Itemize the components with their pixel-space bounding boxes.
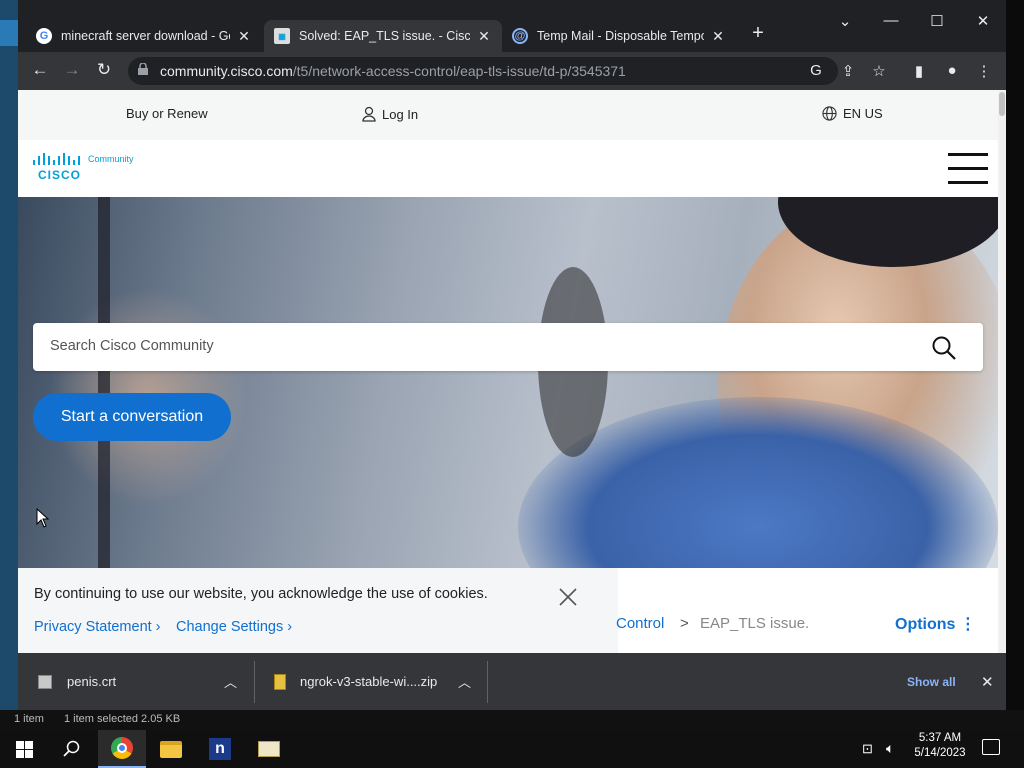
certificate-app-icon[interactable] <box>245 730 293 768</box>
windows-taskbar: n ⊡ 🔈︎ 5:37 AM 5/14/2023 <box>0 730 1024 768</box>
language-label: EN US <box>843 106 883 121</box>
hero-banner: Search Cisco Community Start a conversat… <box>18 197 998 568</box>
back-arrow-icon[interactable]: ← <box>29 60 51 80</box>
explorer-selected-info: 1 item selected 2.05 KB <box>64 713 181 725</box>
buy-or-renew-link[interactable]: Buy or Renew <box>126 106 208 121</box>
page-scrollbar[interactable] <box>998 90 1006 653</box>
cisco-favicon: ▦ <box>274 28 290 44</box>
cookie-message: By continuing to use our website, you ac… <box>34 586 488 602</box>
close-tab-icon[interactable]: ✕ <box>476 28 492 45</box>
search-icon[interactable] <box>931 335 957 361</box>
hero-photo-shape <box>98 197 110 568</box>
profile-icon[interactable]: ● <box>942 62 962 79</box>
clock-time: 5:37 AM <box>918 732 962 744</box>
address-bar[interactable]: community.cisco.com/t5/network-access-co… <box>128 57 838 85</box>
web-page-viewport: Buy or Renew Log In EN US CISCO Communit… <box>18 90 1006 653</box>
download-filename: ngrok-v3-stable-wi....zip <box>300 674 438 689</box>
language-selector[interactable]: EN US <box>822 106 883 121</box>
privacy-statement-link[interactable]: Privacy Statement › <box>34 619 161 635</box>
maximize-window-icon[interactable]: ☐ <box>927 12 947 30</box>
download-separator <box>487 661 488 703</box>
kebab-menu-icon: ⋮ <box>959 616 976 633</box>
url-text: community.cisco.com/t5/network-access-co… <box>160 63 626 79</box>
system-clock[interactable]: 5:37 AM 5/14/2023 <box>912 732 968 759</box>
chevron-up-icon[interactable]: ︿ <box>224 672 237 691</box>
file-explorer-icon[interactable] <box>147 730 195 768</box>
close-window-icon[interactable]: ✕ <box>973 12 993 30</box>
browser-tab-strip: G minecraft server download - Goo ✕ ▦ So… <box>18 0 1006 52</box>
explorer-item-count: 1 item <box>14 713 44 725</box>
download-filename: penis.crt <box>67 674 117 689</box>
site-header: CISCO Community <box>18 140 998 197</box>
volume-icon[interactable]: 🔈︎ <box>886 740 894 757</box>
clock-date: 5/14/2023 <box>914 747 966 759</box>
bookmark-star-icon[interactable]: ☆ <box>869 62 889 80</box>
windows-start-icon[interactable] <box>0 730 48 768</box>
close-tab-icon[interactable]: ✕ <box>710 28 726 45</box>
cisco-community-logo[interactable]: CISCO Community <box>32 152 134 182</box>
tab-title: minecraft server download - Goo <box>61 29 230 43</box>
hamburger-menu-icon[interactable] <box>948 153 988 185</box>
start-conversation-button[interactable]: Start a conversation <box>33 393 231 441</box>
tab-minecraft-search[interactable]: G minecraft server download - Goo ✕ <box>26 20 262 52</box>
breadcrumb-item-control[interactable]: Control <box>616 615 664 632</box>
share-icon[interactable]: ⇪ <box>838 62 858 80</box>
show-all-downloads-link[interactable]: Show all <box>907 653 956 710</box>
globe-icon <box>822 106 837 121</box>
download-shelf: penis.crt ︿ ngrok-v3-stable-wi....zip ︿ … <box>18 653 1006 710</box>
download-item[interactable]: ngrok-v3-stable-wi....zip ︿ <box>254 653 488 710</box>
close-tab-icon[interactable]: ✕ <box>236 28 252 45</box>
minimize-window-icon[interactable]: — <box>881 12 901 29</box>
chrome-menu-icon[interactable]: ⋮ <box>974 62 994 80</box>
cisco-wordmark: CISCO <box>38 168 82 182</box>
breadcrumb-separator: > <box>680 615 689 632</box>
desktop-background-edge <box>0 0 18 730</box>
reload-icon[interactable]: ↻ <box>93 60 115 80</box>
options-menu-button[interactable]: Options ⋮ <box>895 614 976 634</box>
community-search-field[interactable]: Search Cisco Community <box>33 323 983 371</box>
notifications-icon[interactable] <box>982 739 1000 755</box>
explorer-status-bar: 1 item 1 item selected 2.05 KB <box>0 710 1024 730</box>
tab-cisco-eap-tls[interactable]: ▦ Solved: EAP_TLS issue. - Cisco Co ✕ <box>264 20 502 52</box>
breadcrumb-current: EAP_TLS issue. <box>700 615 810 632</box>
network-icon[interactable]: ⊡ <box>862 741 873 757</box>
login-label: Log In <box>382 106 419 122</box>
utility-bar: Buy or Renew Log In EN US <box>18 90 998 140</box>
breadcrumb: Control > EAP_TLS issue. Options ⋮ <box>616 568 998 653</box>
url-path: /t5/network-access-control/eap-tls-issue… <box>292 63 626 79</box>
search-icon[interactable] <box>48 730 96 768</box>
certificate-file-icon <box>38 674 52 689</box>
google-lens-icon[interactable]: G <box>806 62 826 79</box>
lock-icon <box>138 63 148 75</box>
chrome-taskbar-icon[interactable] <box>98 730 146 768</box>
login-link[interactable]: Log In <box>362 106 418 122</box>
tempmail-icon: @ <box>512 28 528 44</box>
mouse-cursor-icon <box>36 508 50 528</box>
tab-title: Temp Mail - Disposable Tempora <box>537 29 704 43</box>
tab-title: Solved: EAP_TLS issue. - Cisco Co <box>299 29 470 43</box>
tab-search-chevron-icon[interactable]: ⌄ <box>835 12 855 30</box>
community-wordmark: Community <box>88 154 134 164</box>
new-tab-button[interactable]: + <box>748 22 768 45</box>
browser-toolbar: ← → ↻ community.cisco.com/t5/network-acc… <box>18 52 1006 90</box>
google-icon: G <box>36 28 52 44</box>
tab-temp-mail[interactable]: @ Temp Mail - Disposable Tempora ✕ <box>502 20 736 52</box>
user-icon <box>362 106 376 122</box>
zip-file-icon <box>274 673 286 690</box>
url-host: community.cisco.com <box>160 63 293 79</box>
chevron-up-icon[interactable]: ︿ <box>458 672 471 691</box>
notion-app-icon[interactable]: n <box>196 730 244 768</box>
search-placeholder: Search Cisco Community <box>50 338 214 354</box>
options-label: Options <box>895 616 956 633</box>
forward-arrow-icon[interactable]: → <box>61 60 83 80</box>
close-download-shelf-icon[interactable]: ✕ <box>981 653 994 710</box>
cookie-banner: By continuing to use our website, you ac… <box>18 568 618 653</box>
download-item[interactable]: penis.crt ︿ <box>18 653 255 710</box>
change-settings-link[interactable]: Change Settings › <box>176 619 292 635</box>
close-cookie-icon[interactable] <box>559 588 577 606</box>
side-panel-icon[interactable]: ▮ <box>909 62 929 80</box>
scrollbar-thumb[interactable] <box>999 92 1005 116</box>
cisco-bars-icon <box>33 153 80 165</box>
